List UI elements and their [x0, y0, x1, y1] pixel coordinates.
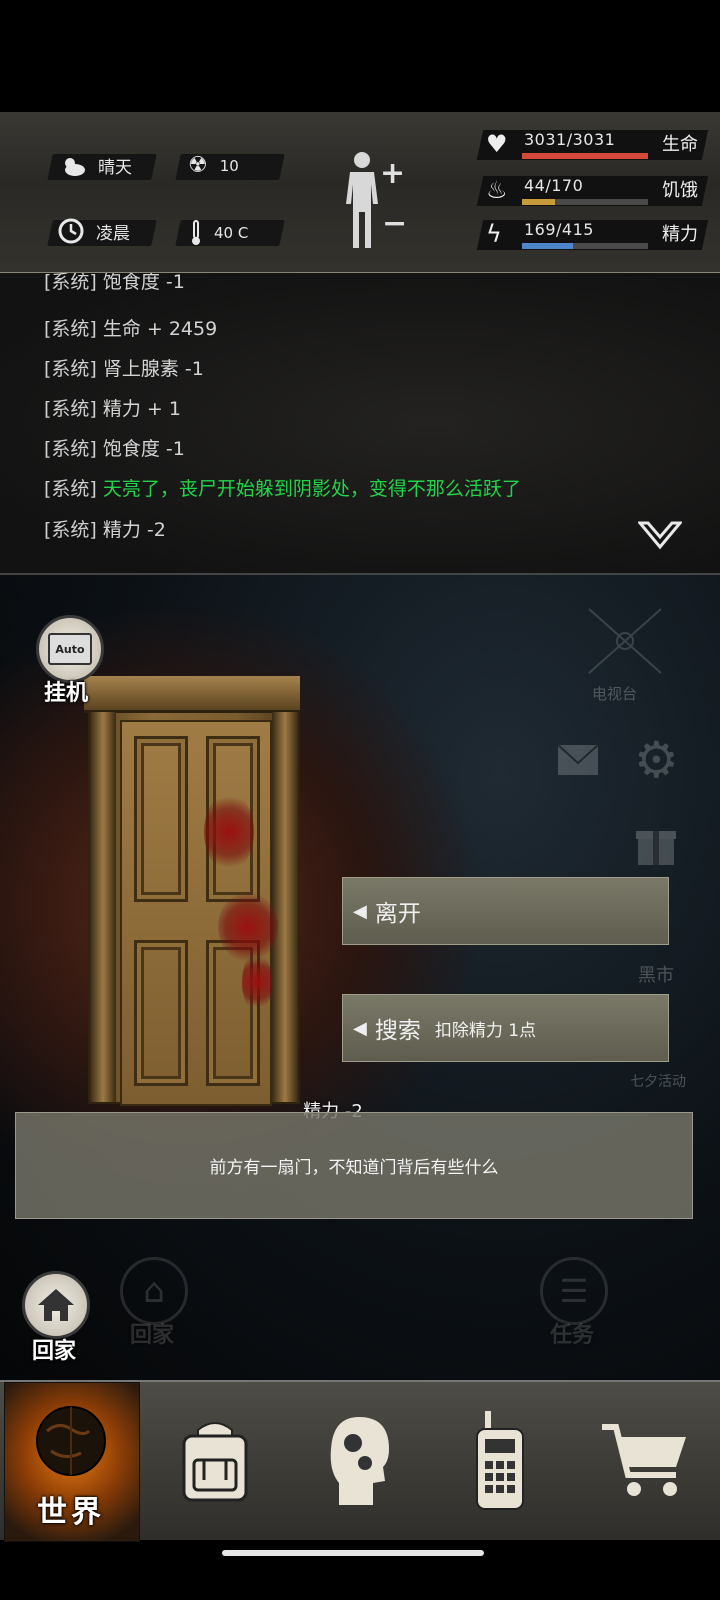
scene-view: Auto 挂机 电视台 ⚙ 黑市 七夕活动 ◀ 离开 ◀ 搜索 扣除精力 1点 … [0, 575, 720, 1380]
hunger-value: 44/170 [524, 176, 584, 195]
weather-icon [65, 157, 85, 176]
tv-station-icon[interactable] [585, 605, 665, 677]
status-panel: 晴天 ☢ 10 凌晨 40 C + − ♥ 3031/3031 生命 ♨ 44/… [0, 112, 720, 274]
go-home-label: 回家 [32, 1339, 77, 1364]
time-of-day-text: 凌晨 [96, 223, 130, 244]
tab-world[interactable]: 世界 [4, 1382, 140, 1542]
health-bar [522, 153, 648, 159]
event-label[interactable]: 七夕活动 [630, 1071, 686, 1091]
home-icon [38, 1289, 74, 1321]
tab-radio[interactable] [430, 1382, 570, 1540]
tv-station-label: 电视台 [592, 685, 638, 703]
ghost-home-label: 回家 [130, 1323, 175, 1348]
task-button[interactable]: ☰ [540, 1257, 608, 1325]
bottom-nav: 世界 [0, 1380, 720, 1542]
radio-icon [476, 1411, 524, 1510]
go-home-button[interactable] [22, 1271, 90, 1339]
task-icon: ☰ [559, 1272, 589, 1310]
cart-icon [602, 1424, 686, 1496]
auto-play-button[interactable]: Auto [36, 615, 104, 683]
heart-icon: ♥ [486, 130, 508, 158]
log-line-highlight: [系统] 天亮了，丧尸开始躲到阴影处，变得不那么活跃了 [44, 478, 521, 500]
log-line: [系统] 饱食度 -1 [44, 273, 185, 293]
log-line: [系统] 生命 + 2459 [44, 318, 218, 340]
tab-backpack[interactable] [145, 1382, 285, 1540]
globe-icon [36, 1406, 106, 1476]
search-label: 搜索 [374, 1018, 421, 1044]
clock-icon [58, 218, 84, 244]
auto-play-label: 挂机 [44, 681, 89, 706]
stat-health: ♥ 3031/3031 生命 [476, 128, 709, 162]
log-line: [系统] 精力 -2 [44, 519, 166, 541]
radiation-icon: ☢ [188, 153, 208, 178]
thermometer-icon [192, 220, 200, 245]
energy-label: 精力 [662, 224, 698, 245]
stat-hunger: ♨ 44/170 饥饿 [476, 174, 709, 208]
leave-label: 离开 [374, 901, 421, 927]
door-image [84, 676, 300, 1106]
radiation-value: 10 [219, 157, 239, 175]
black-market-label[interactable]: 黑市 [638, 961, 674, 987]
left-arrow-icon: ◀ [353, 900, 367, 922]
description-box: 前方有一扇门，不知道门背后有些什么 [15, 1112, 693, 1219]
health-label: 生命 [662, 134, 698, 155]
search-cost: 扣除精力 1点 [434, 1020, 537, 1041]
temperature-value: 40 C [214, 224, 249, 242]
description-text: 前方有一扇门，不知道门背后有些什么 [209, 1158, 499, 1178]
search-button[interactable]: ◀ 搜索 扣除精力 1点 [342, 994, 669, 1062]
log-line: [系统] 肾上腺素 -1 [44, 358, 204, 380]
skills-icon [330, 1417, 389, 1505]
energy-icon: ϟ [486, 220, 502, 248]
message-log[interactable]: [系统] 饱食度 -1 [系统] 生命 + 2459 [系统] 肾上腺素 -1 [系统… [0, 273, 720, 575]
weather-text: 晴天 [98, 158, 132, 178]
system-home-indicator[interactable] [222, 1550, 484, 1556]
log-line: [系统] 精力 + 1 [44, 398, 181, 420]
leave-button[interactable]: ◀ 离开 [342, 877, 669, 945]
stat-energy: ϟ 169/415 精力 [476, 218, 709, 252]
tab-world-label: 世界 [37, 1495, 105, 1530]
collapse-log-icon[interactable] [638, 521, 682, 551]
hunger-label: 饥饿 [662, 180, 698, 201]
hunger-bar [522, 199, 648, 205]
task-label: 任务 [550, 1323, 595, 1348]
stomach-icon: ♨ [486, 176, 508, 204]
plus-icon: + [380, 156, 406, 191]
backpack-icon [182, 1422, 248, 1502]
ghost-home-button: ⌂ [120, 1257, 188, 1325]
tab-skills[interactable] [290, 1382, 430, 1540]
log-line: [系统] 饱食度 -1 [44, 438, 185, 460]
settings-icon[interactable]: ⚙ [634, 731, 679, 789]
mail-icon[interactable] [556, 743, 600, 777]
minus-icon: − [382, 206, 408, 241]
left-arrow-icon: ◀ [353, 1017, 367, 1039]
energy-bar [522, 243, 648, 249]
auto-icon: Auto [48, 633, 92, 665]
home-icon: ⌂ [143, 1271, 165, 1311]
gift-icon[interactable] [636, 823, 676, 867]
health-value: 3031/3031 [524, 130, 616, 149]
body-status-button[interactable]: + − [340, 148, 420, 252]
energy-value: 169/415 [524, 220, 594, 239]
tab-shop[interactable] [575, 1382, 715, 1540]
